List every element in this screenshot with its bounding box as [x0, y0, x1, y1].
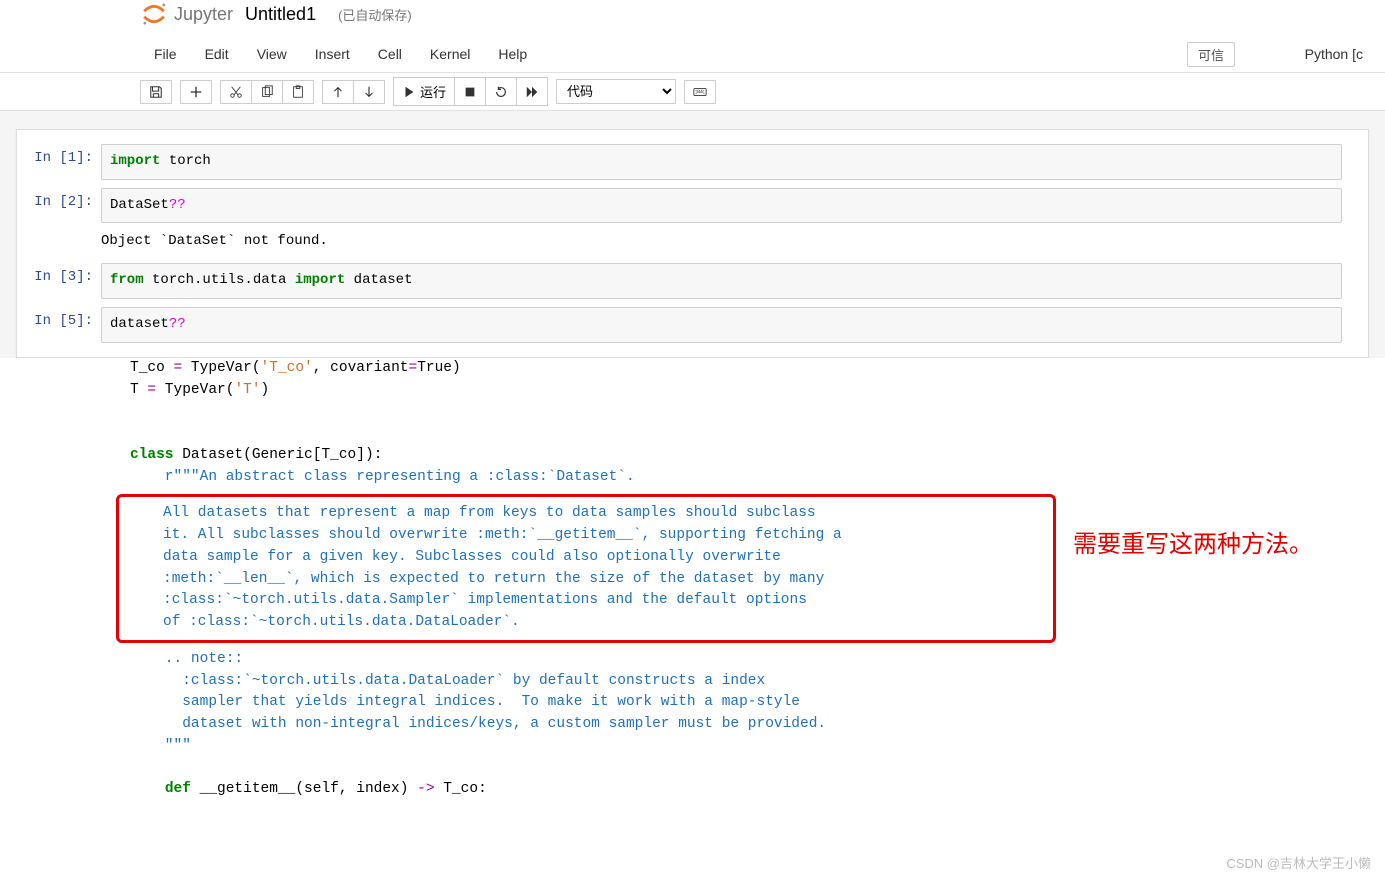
menu-help[interactable]: Help	[484, 40, 541, 68]
paste-button[interactable]	[283, 80, 314, 104]
source-line: sampler that yields integral indices. To…	[130, 692, 1385, 714]
watermark: CSDN @吉林大学王小懒	[1226, 853, 1371, 872]
source-line: class Dataset(Generic[T_co]):	[130, 445, 1385, 467]
source-line: it. All subclasses should overwrite :met…	[163, 525, 1041, 547]
command-palette-button[interactable]	[684, 80, 716, 104]
interrupt-button[interactable]	[455, 77, 486, 106]
source-line: .. note::	[130, 649, 1385, 671]
keyboard-icon	[693, 85, 707, 99]
header: Jupyter Untitled1 (已自动保存)	[0, 0, 1385, 36]
move-up-button[interactable]	[322, 80, 354, 104]
source-line: data sample for a given key. Subclasses …	[163, 547, 1041, 569]
arrow-down-icon	[362, 85, 376, 99]
save-button[interactable]	[140, 80, 172, 104]
cut-button[interactable]	[220, 80, 252, 104]
arrow-up-icon	[331, 85, 345, 99]
trust-button[interactable]: 可信	[1187, 42, 1235, 67]
source-line: def __getitem__(self, index) -> T_co:	[130, 779, 1385, 801]
restart-button[interactable]	[486, 77, 517, 106]
code-cell[interactable]: In [3]: from torch.utils.data import dat…	[17, 259, 1368, 303]
cut-icon	[229, 85, 243, 99]
menu-insert[interactable]: Insert	[301, 40, 364, 68]
input-prompt: In [5]:	[17, 307, 101, 343]
code-cell[interactable]: In [1]: import torch	[17, 140, 1368, 184]
output-text: Object `DataSet` not found.	[101, 223, 1342, 255]
run-label: 运行	[420, 82, 446, 101]
highlighted-docstring: All datasets that represent a map from k…	[116, 494, 1056, 643]
copy-icon	[260, 85, 274, 99]
logo-text: Jupyter	[174, 4, 233, 25]
menu-cell[interactable]: Cell	[364, 40, 416, 68]
code-input[interactable]: from torch.utils.data import dataset	[101, 263, 1342, 299]
source-line: of :class:`~torch.utils.data.DataLoader`…	[163, 612, 1041, 634]
code-cell[interactable]: In [2]: DataSet?? Object `DataSet` not f…	[17, 184, 1368, 260]
source-line: r"""An abstract class representing a :cl…	[130, 467, 1385, 489]
source-line: dataset with non-integral indices/keys, …	[130, 714, 1385, 736]
menubar: File Edit View Insert Cell Kernel Help 可…	[0, 36, 1385, 73]
source-line: T = TypeVar('T')	[130, 380, 1385, 402]
source-line: T_co = TypeVar('T_co', covariant=True)	[130, 358, 1385, 380]
source-line	[130, 401, 1385, 423]
restart-icon	[494, 85, 508, 99]
source-line	[130, 423, 1385, 445]
copy-button[interactable]	[252, 80, 283, 104]
plus-icon	[189, 85, 203, 99]
input-prompt: In [1]:	[17, 144, 101, 180]
toolbar: 运行 代码	[0, 73, 1385, 111]
menu-view[interactable]: View	[243, 40, 301, 68]
autosave-status: (已自动保存)	[338, 5, 412, 24]
code-cell[interactable]: In [5]: dataset??	[17, 303, 1368, 347]
input-prompt: In [2]:	[17, 188, 101, 256]
source-pane: T_co = TypeVar('T_co', covariant=True) T…	[0, 358, 1385, 801]
notebook: In [1]: import torch In [2]: DataSet?? O…	[16, 129, 1369, 358]
input-prompt: In [3]:	[17, 263, 101, 299]
jupyter-logo: Jupyter	[140, 0, 233, 28]
code-input[interactable]: import torch	[101, 144, 1342, 180]
restart-run-all-button[interactable]	[517, 77, 548, 106]
source-line: :class:`~torch.utils.data.DataLoader` by…	[130, 671, 1385, 693]
jupyter-icon	[140, 0, 168, 28]
menu-edit[interactable]: Edit	[191, 40, 243, 68]
code-input[interactable]: dataset??	[101, 307, 1342, 343]
notebook-name[interactable]: Untitled1	[245, 4, 316, 25]
source-line: """	[130, 736, 1385, 758]
stop-icon	[463, 85, 477, 99]
fast-forward-icon	[525, 85, 539, 99]
source-line	[130, 758, 1385, 780]
cell-type-select[interactable]: 代码	[556, 79, 676, 104]
paste-icon	[291, 85, 305, 99]
code-input[interactable]: DataSet??	[101, 188, 1342, 224]
play-icon	[402, 85, 416, 99]
menu-file[interactable]: File	[140, 40, 191, 68]
kernel-indicator: Python [c	[1305, 46, 1363, 62]
source-line: :meth:`__len__`, which is expected to re…	[163, 569, 1041, 591]
source-line: :class:`~torch.utils.data.Sampler` imple…	[163, 590, 1041, 612]
save-icon	[149, 85, 163, 99]
run-button[interactable]: 运行	[393, 77, 455, 106]
source-line: All datasets that represent a map from k…	[163, 503, 1041, 525]
menu-kernel[interactable]: Kernel	[416, 40, 484, 68]
move-down-button[interactable]	[354, 80, 385, 104]
add-cell-button[interactable]	[180, 80, 212, 104]
notebook-container: In [1]: import torch In [2]: DataSet?? O…	[0, 111, 1385, 358]
annotation-text: 需要重写这两种方法。	[1073, 528, 1333, 562]
